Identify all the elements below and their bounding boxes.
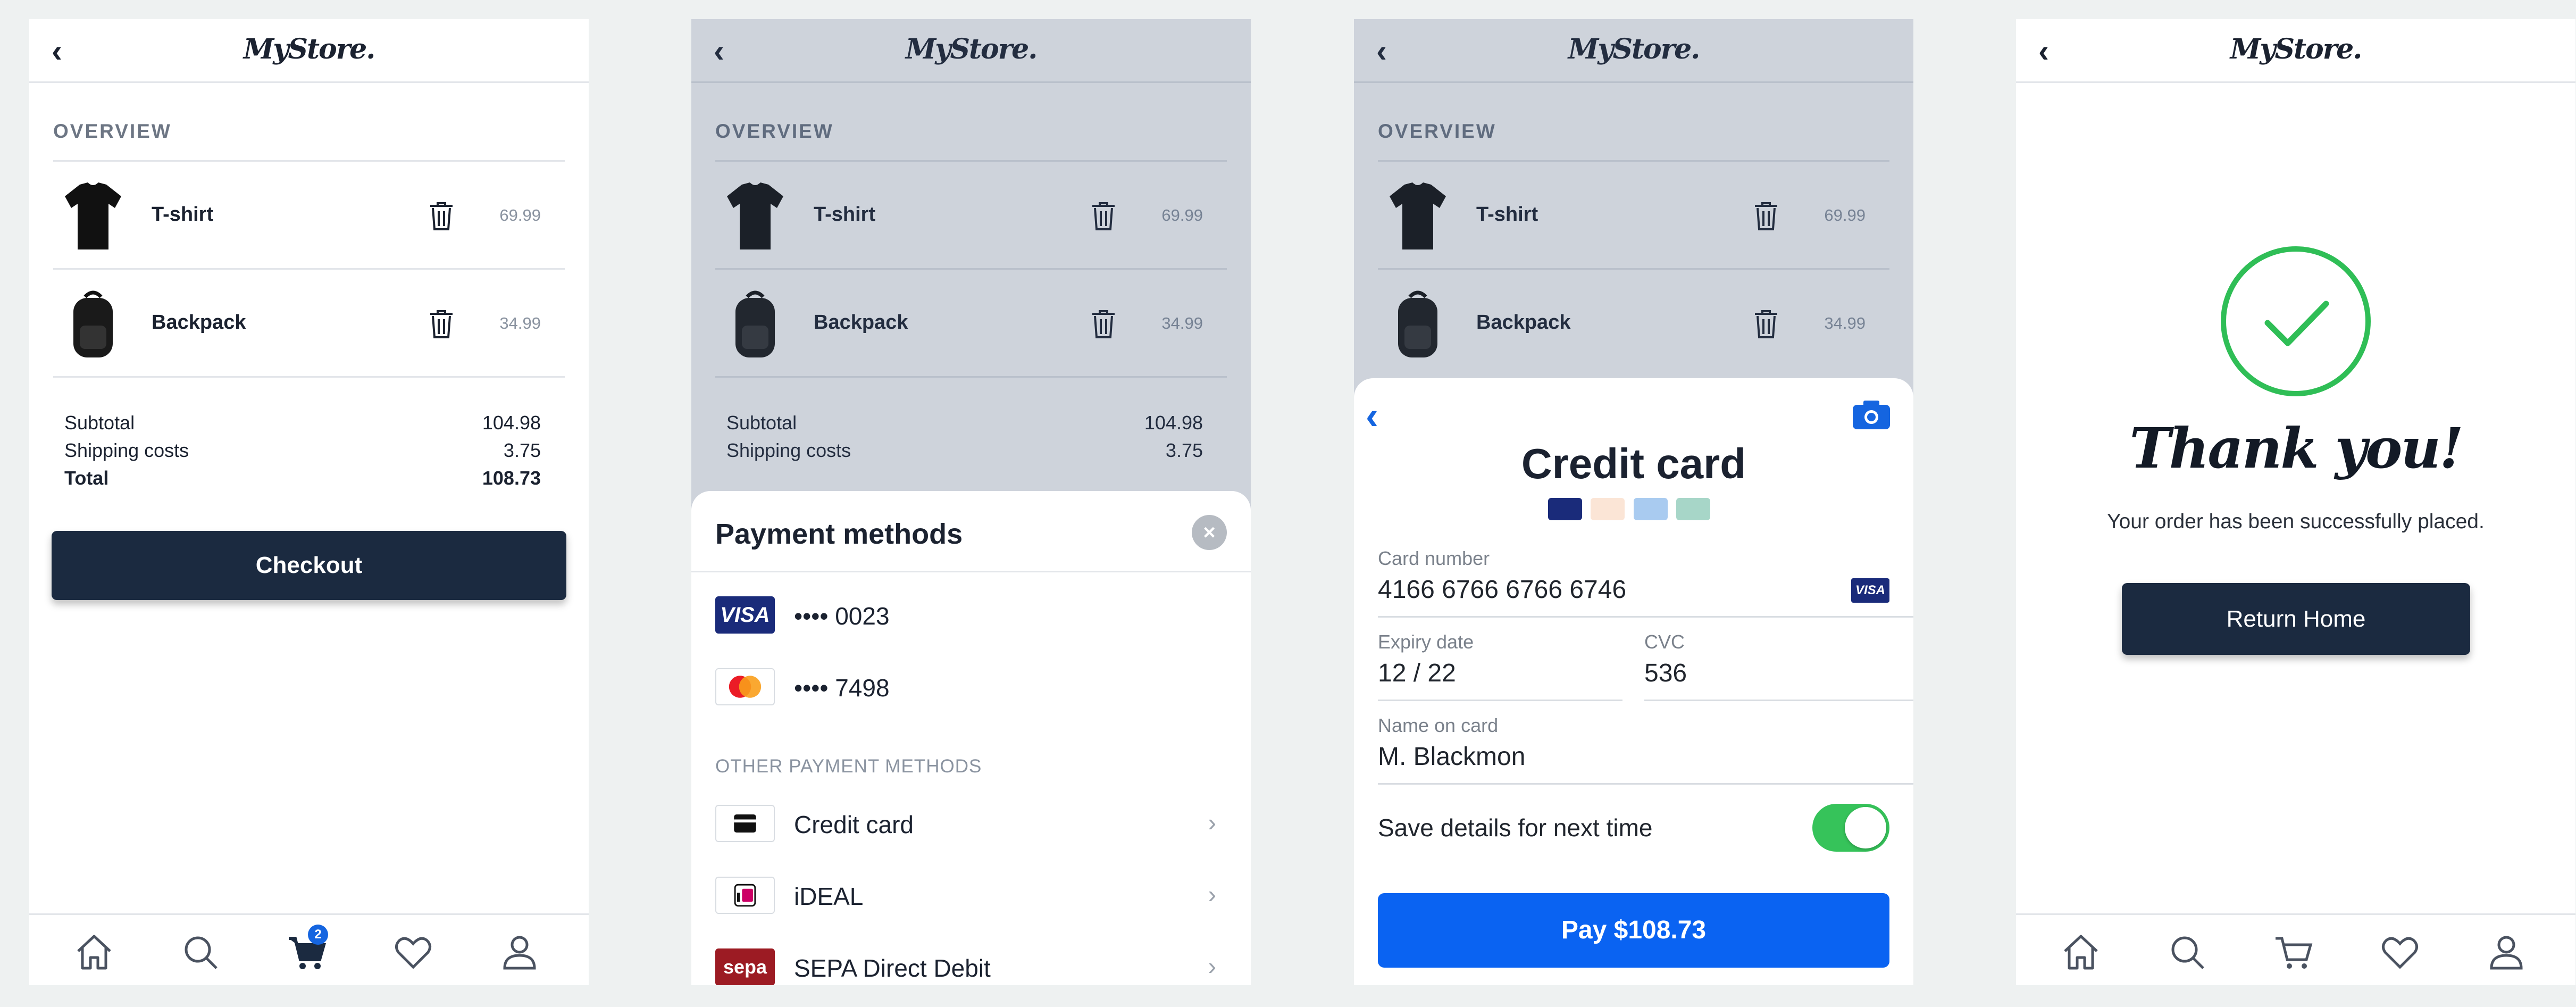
sepa-icon: sepa [715, 948, 775, 985]
chevron-right-icon: › [1208, 880, 1216, 908]
cart-icon[interactable] [2272, 931, 2315, 973]
cart-badge: 2 [308, 925, 328, 945]
visa-logo: VISA [715, 596, 775, 634]
pay-button[interactable]: Pay $108.73 [1378, 893, 1889, 968]
cvc-field[interactable]: 536 [1644, 659, 1687, 688]
success-check-icon [2221, 246, 2371, 396]
subtotal-value: 104.98 [482, 412, 541, 434]
search-icon[interactable] [2166, 931, 2209, 973]
saved-card-label: •••• 0023 [794, 602, 890, 630]
checkout-overview-screen: ‹ MyStore. OVERVIEW T-shirt 69.99 Backpa… [29, 19, 589, 985]
field-divider [1378, 700, 1622, 701]
overview-heading: OVERVIEW [53, 120, 172, 142]
saved-card-label: •••• 7498 [794, 674, 890, 702]
payment-methods-screen: ‹ MyStore. OVERVIEW T-shirt 69.99 Backpa… [691, 19, 1251, 985]
trash-icon[interactable] [428, 310, 455, 339]
heart-icon[interactable] [2379, 931, 2421, 973]
return-home-button[interactable]: Return Home [2122, 583, 2470, 655]
search-icon[interactable] [179, 931, 222, 973]
divider [53, 376, 565, 378]
saved-card-row[interactable]: •••• 7498 [715, 658, 1227, 711]
total-label: Total [64, 467, 109, 489]
payment-methods-sheet: Payment methods × VISA •••• 0023 •••• 74… [691, 491, 1251, 985]
expiry-field[interactable]: 12 / 22 [1378, 659, 1456, 688]
sheet-title: Payment methods [715, 518, 963, 550]
tab-bar: 2 [29, 913, 589, 985]
accepted-brands [1548, 498, 1717, 520]
other-methods-heading: OTHER PAYMENT METHODS [715, 756, 982, 777]
store-logo: MyStore. [243, 33, 376, 65]
checkout-button[interactable]: Checkout [52, 531, 566, 600]
cart-item: Backpack 34.99 [53, 270, 565, 376]
card-number-label: Card number [1378, 547, 1490, 569]
chevron-right-icon: › [1208, 809, 1216, 836]
tab-cart[interactable]: 2 [286, 925, 328, 973]
camera-icon[interactable] [1852, 400, 1891, 430]
item-name: Backpack [152, 311, 246, 334]
total-row: Total 108.73 [64, 467, 541, 494]
item-price: 69.99 [499, 206, 541, 224]
amex-icon [1633, 498, 1668, 520]
chevron-right-icon: › [1208, 952, 1216, 980]
payment-option-sepa[interactable]: sepa SEPA Direct Debit › [715, 938, 1227, 985]
order-confirmation-screen: ‹ MyStore. Thank you! Your order has bee… [2016, 19, 2575, 985]
tab-bar [2016, 913, 2575, 985]
field-divider [1644, 700, 1913, 701]
save-details-label: Save details for next time [1378, 814, 1653, 842]
saved-card-row[interactable]: VISA •••• 0023 [715, 586, 1227, 639]
order-placed-message: Your order has been successfully placed. [2107, 510, 2485, 533]
save-details-toggle[interactable] [1812, 804, 1889, 852]
credit-card-icon [715, 805, 775, 842]
name-on-card-field[interactable]: M. Blackmon [1378, 742, 1525, 771]
profile-icon[interactable] [498, 931, 541, 973]
back-chevron-icon[interactable]: ‹ [1366, 394, 1378, 438]
tshirt-icon [65, 182, 121, 249]
heart-icon[interactable] [392, 931, 434, 973]
backpack-icon [73, 290, 113, 357]
cvc-label: CVC [1644, 631, 1685, 653]
thank-you-heading: Thank you! [2129, 415, 2463, 481]
home-icon[interactable] [2060, 931, 2102, 973]
ideal-icon [715, 877, 775, 914]
divider [691, 571, 1251, 572]
expiry-label: Expiry date [1378, 631, 1474, 653]
item-price: 34.99 [499, 314, 541, 332]
payment-option-label: SEPA Direct Debit [794, 954, 991, 982]
shipping-label: Shipping costs [64, 439, 189, 461]
shipping-row: Shipping costs 3.75 [64, 439, 541, 466]
subtotal-row: Subtotal 104.98 [64, 412, 541, 438]
payment-option-ideal[interactable]: iDEAL › [715, 866, 1227, 919]
credit-card-screen: ‹ MyStore. OVERVIEW T-shirt 69.99 Backpa… [1354, 19, 1913, 985]
payment-option-label: iDEAL [794, 883, 864, 910]
credit-card-title: Credit card [1521, 440, 1746, 487]
field-divider [1378, 783, 1913, 785]
visa-card-icon: VISA [1851, 578, 1889, 603]
cart-item: T-shirt 69.99 [53, 162, 565, 268]
field-divider [1378, 616, 1913, 618]
app-header: ‹ MyStore. [29, 19, 589, 83]
item-name: T-shirt [152, 203, 214, 226]
mastercard-icon [1591, 498, 1625, 520]
app-header: ‹ MyStore. [2016, 19, 2575, 83]
close-icon[interactable]: × [1192, 515, 1227, 550]
payment-option-label: Credit card [794, 811, 914, 838]
credit-card-sheet: ‹ Credit card Card number 4166 6766 6766… [1354, 378, 1913, 985]
visa-icon [1548, 498, 1582, 520]
payment-option-credit-card[interactable]: Credit card › [715, 794, 1227, 847]
profile-icon[interactable] [2485, 931, 2528, 973]
discover-icon [1676, 498, 1711, 520]
store-logo: MyStore. [2230, 33, 2363, 65]
shipping-value: 3.75 [503, 439, 541, 461]
name-label: Name on card [1378, 714, 1499, 736]
trash-icon[interactable] [428, 202, 455, 231]
subtotal-label: Subtotal [64, 412, 135, 434]
mastercard-icon [715, 668, 775, 705]
card-number-field[interactable]: 4166 6766 6766 6746 [1378, 575, 1626, 604]
total-value: 108.73 [482, 467, 541, 489]
home-icon[interactable] [73, 931, 115, 973]
toggle-knob [1845, 807, 1886, 848]
